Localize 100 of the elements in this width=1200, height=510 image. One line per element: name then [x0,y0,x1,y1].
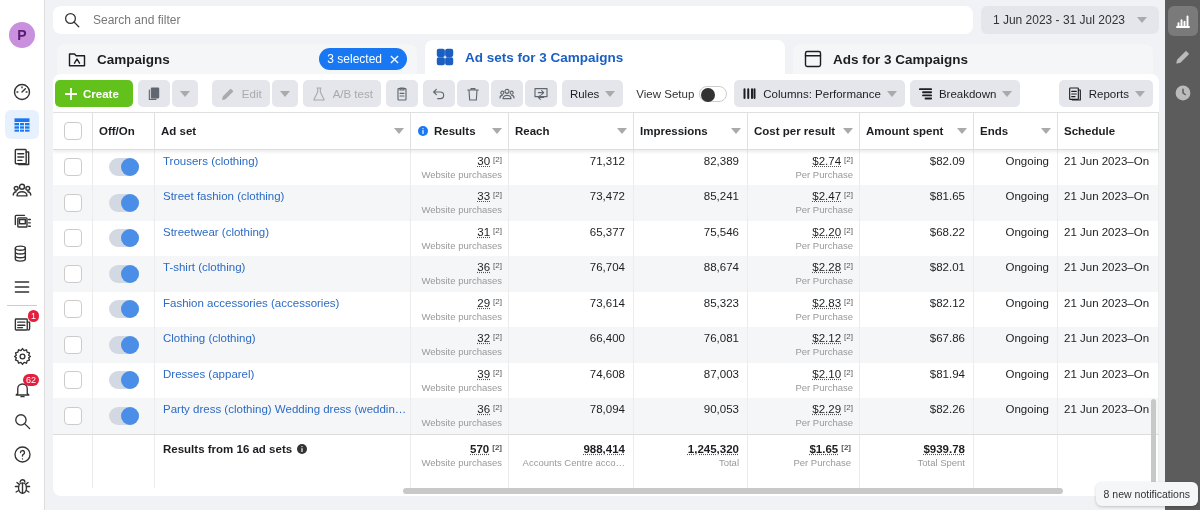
table-cell: $81.94 [929,367,965,380]
columns-button[interactable]: Columns: Performance [734,80,905,107]
column-header[interactable]: Cost per result [754,124,838,137]
reports-icon [1066,85,1083,102]
breakdown-icon [917,86,933,101]
row-checkbox[interactable] [63,229,82,248]
nav-button[interactable]: 62 [5,374,39,404]
caret-icon [279,90,290,97]
metric-label: Per Purchase [795,204,853,216]
dropdown-button[interactable] [171,80,198,107]
ad-set-link[interactable]: Dresses (apparel) [163,367,255,380]
search-input[interactable]: Search and filter [91,12,963,28]
row-checkbox[interactable] [63,407,82,425]
search-icon [12,412,32,432]
selection-chip[interactable]: 3 selected [319,48,407,70]
metric-value: 32 [477,332,491,345]
table-cell: 85,323 [703,296,739,309]
ad-set-link[interactable]: Streetwear (clothing) [163,225,270,238]
ad-set-link[interactable]: Clothing (clothing) [163,332,256,345]
tab[interactable]: Ads for 3 Campaigns [793,44,1153,74]
row-checkbox[interactable] [63,371,82,390]
undo-button[interactable] [422,80,455,107]
table-cell: 76,704 [589,261,625,274]
column-header[interactable]: Schedule [1064,124,1152,137]
footnote-mark: [2] [844,261,853,271]
metric-label: Website purchases [421,456,502,468]
settings-icon [12,347,32,367]
column-header[interactable]: Reach [515,124,612,137]
metric-label: Website purchases [421,417,502,429]
table-cell: 88,674 [703,261,739,274]
metric-value: $2.83 [812,296,842,309]
table-cell: Ongoing [1005,296,1049,309]
people-button[interactable] [490,80,523,107]
metric-value: $2.74 [812,154,842,167]
tab[interactable]: Campaigns 3 selected [57,44,417,74]
column-header[interactable]: Results [434,124,487,137]
on-off-toggle[interactable] [108,193,139,212]
ad-set-link[interactable]: T-shirt (clothing) [163,261,246,274]
ad-set-link[interactable]: Street fashion (clothing) [163,190,285,203]
metric-label: Per Purchase [795,381,853,393]
metric-label: Per Purchase [793,456,851,468]
row-checkbox[interactable] [63,193,82,212]
swap-button[interactable] [524,80,557,107]
trash-icon [464,85,481,102]
row-checkbox[interactable] [63,158,82,177]
footnote-mark: [2] [493,296,502,306]
footnote-mark: [2] [844,296,853,306]
breakdown-button[interactable]: Breakdown [909,80,1021,107]
pencil-icon [1173,48,1192,66]
metric-value: $2.20 [812,225,842,238]
on-off-toggle[interactable] [108,407,139,425]
row-checkbox[interactable] [63,264,82,283]
table-cell: $67.86 [929,332,965,345]
metric-label: Per Purchase [795,275,853,287]
column-header[interactable]: Impressions [640,124,726,137]
on-off-toggle[interactable] [108,335,139,354]
on-off-toggle[interactable] [108,158,139,177]
table-cell: Ongoing [1005,225,1049,238]
help-icon [12,444,32,464]
footnote-mark: [2] [493,190,502,200]
date-range-picker[interactable]: 1 Jun 2023 - 31 Jul 2023 [980,6,1159,34]
dropdown-button[interactable] [271,80,298,107]
horizontal-scrollbar[interactable] [403,488,1063,494]
footnote-mark: [2] [844,154,853,164]
search-field[interactable]: Search and filter [53,6,973,34]
on-off-toggle[interactable] [108,264,139,283]
notification-badge: 1 [28,309,39,322]
close-icon[interactable] [390,54,399,64]
row-checkbox[interactable] [63,335,82,354]
ad-set-link[interactable]: Trousers (clothing) [163,154,259,167]
clipboard-button[interactable] [385,80,418,107]
rules-button[interactable]: Rules [561,80,624,107]
tab[interactable]: Ad sets for 3 Campaigns [425,40,785,74]
metric-value: 39 [477,367,491,380]
on-off-toggle[interactable] [108,229,139,248]
ad-set-link[interactable]: Fashion accessories (accessories) [163,296,340,309]
duplicate-button[interactable] [137,80,170,107]
side-panel-button[interactable] [1167,6,1198,36]
ad-set-link[interactable]: Party dress (clothing) Wedding dress (weddin… [163,403,407,416]
footnote-mark: [2] [844,367,853,377]
avatar[interactable]: P [9,22,35,48]
nav-button[interactable]: 1 [5,309,39,339]
table-cell: Ongoing [1005,190,1049,203]
select-all-checkbox[interactable] [63,121,82,140]
footnote-mark: [2] [844,190,853,200]
column-header[interactable]: Ends [980,124,1036,137]
delete-button[interactable] [456,80,489,107]
view-setup-switch[interactable] [699,85,728,102]
metric-value: 1,245,320 [687,442,739,455]
column-header[interactable]: Amount spent [866,124,952,137]
column-header[interactable]: Ad set [161,124,389,137]
reports-button[interactable]: Reports [1058,80,1153,107]
notification-badge: 62 [23,374,39,387]
metric-value: 570 [470,442,490,455]
on-off-toggle[interactable] [108,371,139,390]
on-off-toggle[interactable] [108,300,139,319]
column-header[interactable]: Off/On [99,124,148,137]
row-checkbox[interactable] [63,300,82,319]
table-cell: Ongoing [1005,367,1049,380]
notification-toast[interactable]: 8 new notifications [1095,482,1198,506]
